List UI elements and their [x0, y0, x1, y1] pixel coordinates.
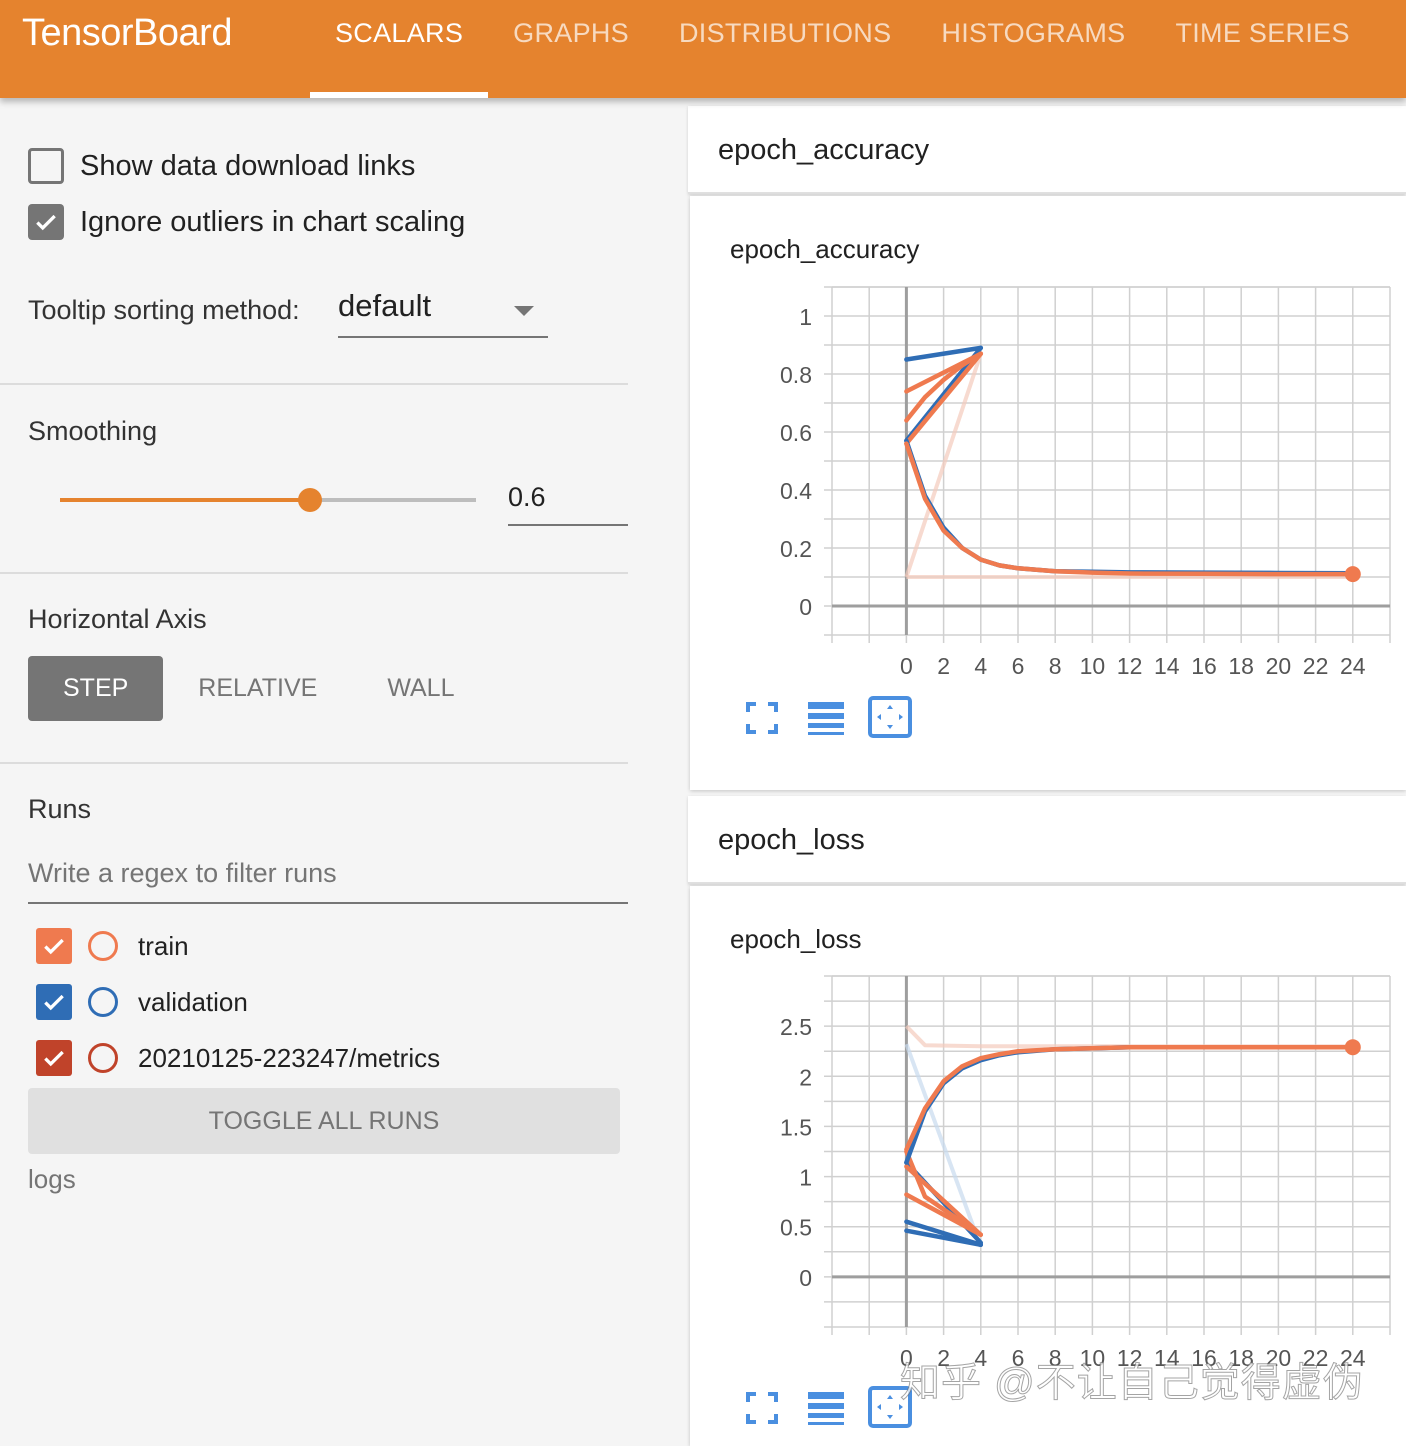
- axis-wall-button[interactable]: WALL: [352, 656, 489, 721]
- slider-thumb[interactable]: [297, 488, 322, 512]
- tab-scalars[interactable]: SCALARS: [310, 0, 489, 98]
- tooltip-sorting-label: Tooltip sorting method:: [28, 295, 300, 325]
- run-checkbox[interactable]: [36, 1040, 72, 1076]
- category-title: epoch_loss: [718, 824, 865, 856]
- y-tick-label: 2.5: [780, 1014, 812, 1040]
- run-name: train: [138, 930, 189, 961]
- show-download-links-option[interactable]: Show data download links: [28, 148, 415, 184]
- smoothing-value-input[interactable]: 0.6: [508, 480, 628, 526]
- smoothing-label: Smoothing: [28, 416, 158, 446]
- dropdown-arrow-icon: [514, 306, 534, 316]
- x-tick-label: 6: [1012, 653, 1025, 679]
- hover-point: [1344, 566, 1361, 583]
- tab-time-series[interactable]: TIME SERIES: [1150, 0, 1374, 98]
- y-tick-label: 0.2: [780, 536, 812, 562]
- tooltip-sorting-value: default: [338, 288, 432, 323]
- check-icon: [44, 1050, 64, 1067]
- fit-domain-icon[interactable]: [868, 696, 912, 740]
- ignore-outliers-checkbox[interactable]: [28, 204, 64, 240]
- runs-label: Runs: [28, 794, 92, 824]
- sidebar: Show data download links Ignore outliers…: [0, 98, 628, 1432]
- ignore-outliers-option[interactable]: Ignore outliers in chart scaling: [28, 204, 465, 240]
- x-tick-label: 12: [1117, 653, 1143, 679]
- tab-histograms[interactable]: HISTOGRAMS: [916, 0, 1150, 98]
- y-tick-label: 1: [799, 304, 812, 330]
- axis-relative-button[interactable]: RELATIVE: [163, 656, 352, 721]
- y-tick-label: 0.5: [780, 1215, 812, 1241]
- tab-graphs[interactable]: GRAPHS: [488, 0, 654, 98]
- divider: [0, 572, 628, 574]
- y-tick-label: 0.6: [780, 420, 812, 446]
- x-tick-label: 16: [1191, 653, 1217, 679]
- y-tick-label: 0: [799, 1265, 812, 1291]
- x-tick-label: 18: [1228, 653, 1254, 679]
- ignore-outliers-label: Ignore outliers in chart scaling: [80, 205, 466, 238]
- runs-filter-input[interactable]: Write a regex to filter runs: [28, 850, 628, 904]
- hover-point: [1344, 1039, 1361, 1056]
- run-item-train[interactable]: train: [36, 928, 189, 964]
- show-download-links-label: Show data download links: [80, 149, 416, 182]
- x-tick-label: 20: [1266, 653, 1292, 679]
- logdir-label: logs: [28, 1164, 76, 1194]
- chart-card-accuracy: epoch_accuracy 0 0.2 0.4 0.6 0.8 1 0 2 4 6 8 10 12 14…: [690, 196, 1406, 790]
- y-tick-label: 0.4: [780, 478, 812, 504]
- y-tick-label: 1.5: [780, 1114, 812, 1140]
- slider-fill: [60, 498, 310, 502]
- y-tick-label: 1: [799, 1165, 812, 1191]
- divider: [0, 383, 628, 385]
- run-checkbox[interactable]: [36, 928, 72, 964]
- fullscreen-icon[interactable]: [742, 698, 782, 738]
- smoothing-slider[interactable]: [60, 488, 476, 512]
- accuracy-chart[interactable]: 00.20.40.60.810 2 4 6 8 10 12 14 16 18 20 22 24: [690, 196, 1406, 790]
- run-checkbox[interactable]: [36, 984, 72, 1020]
- tab-distributions[interactable]: DISTRIBUTIONS: [654, 0, 916, 98]
- x-tick-label: 2: [937, 653, 950, 679]
- x-tick-label: 0: [900, 653, 913, 679]
- run-color-radio[interactable]: [88, 1043, 118, 1073]
- run-color-radio[interactable]: [88, 931, 118, 961]
- category-header-loss[interactable]: epoch_loss: [688, 796, 1406, 884]
- y-tick-label: 0.8: [780, 362, 812, 388]
- x-tick-label: 8: [1049, 653, 1062, 679]
- y-tick-label: 2: [799, 1064, 812, 1090]
- check-icon: [44, 994, 64, 1011]
- x-tick-label: 4: [974, 653, 987, 679]
- horizontal-axis-label: Horizontal Axis: [28, 604, 207, 634]
- run-color-radio[interactable]: [88, 987, 118, 1017]
- toggle-all-runs-button[interactable]: TOGGLE ALL RUNS: [28, 1088, 620, 1154]
- y-tick-label: 0: [799, 594, 812, 620]
- run-item-validation[interactable]: validation: [36, 984, 248, 1020]
- x-tick-label: 24: [1340, 653, 1366, 679]
- horizontal-axis-toggle: STEP RELATIVE WALL: [28, 656, 489, 721]
- watermark: 知乎 @不让自己觉得虚伪: [900, 1361, 1364, 1406]
- axis-step-button[interactable]: STEP: [28, 656, 164, 721]
- top-app-bar: TensorBoard SCALARS GRAPHS DISTRIBUTIONS…: [0, 0, 1406, 98]
- category-title: epoch_accuracy: [718, 134, 930, 166]
- run-name: validation: [138, 986, 248, 1017]
- nav-tabs: SCALARS GRAPHS DISTRIBUTIONS HISTOGRAMS …: [310, 0, 1375, 98]
- app-logo: TensorBoard: [22, 12, 232, 54]
- x-tick-label: 14: [1154, 653, 1180, 679]
- toggle-log-scale-icon[interactable]: [806, 698, 846, 738]
- toggle-log-scale-icon[interactable]: [806, 1388, 846, 1428]
- show-download-links-checkbox[interactable]: [28, 148, 64, 184]
- category-header-accuracy[interactable]: epoch_accuracy: [688, 106, 1406, 194]
- check-icon: [44, 938, 64, 955]
- fullscreen-icon[interactable]: [742, 1388, 782, 1428]
- check-icon: [36, 214, 56, 231]
- run-item-metrics[interactable]: 20210125-223247/metrics: [36, 1040, 440, 1076]
- x-tick-label: 10: [1080, 653, 1106, 679]
- x-tick-label: 22: [1303, 653, 1329, 679]
- divider: [0, 762, 628, 764]
- tooltip-sorting-select[interactable]: default: [338, 288, 548, 338]
- run-name: 20210125-223247/metrics: [138, 1042, 441, 1073]
